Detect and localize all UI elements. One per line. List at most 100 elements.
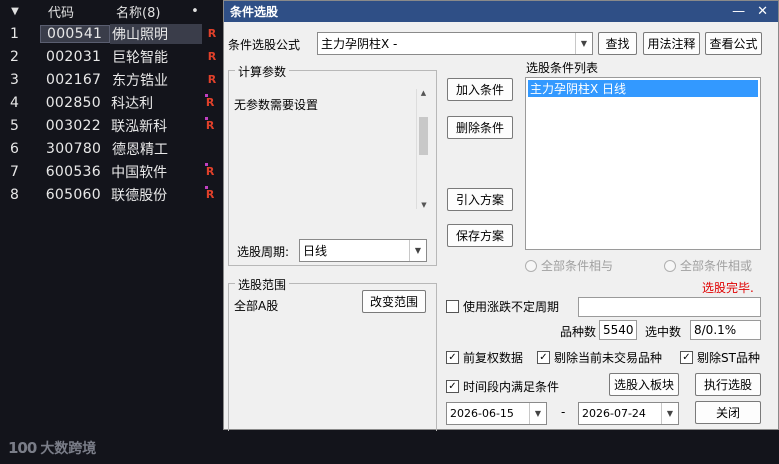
rights-flag: R <box>205 96 215 109</box>
scroll-down-icon[interactable]: ▼ <box>417 201 431 209</box>
to-block-button[interactable]: 选股入板块 <box>609 373 679 396</box>
radio-or-label: 全部条件相或 <box>680 259 753 273</box>
stock-code: 300780 <box>46 140 102 157</box>
usage-note-button[interactable]: 用法注释 <box>643 32 700 55</box>
var-period-input[interactable] <box>578 297 761 317</box>
range-group: 选股范围 全部A股 改变范围 <box>228 276 437 431</box>
date-from-picker[interactable]: 2026-06-15 ▼ <box>446 402 547 425</box>
rights-flag: R <box>205 165 215 178</box>
column-name[interactable]: 名称(8) <box>100 2 180 21</box>
formula-value: 主力孕阴柱X - <box>321 37 398 51</box>
params-scrollbar[interactable]: ▲ ▼ <box>416 89 430 209</box>
chevron-down-icon[interactable]: ▼ <box>575 33 592 54</box>
conditions-list[interactable]: 主力孕阴柱X 日线 <box>525 77 761 250</box>
stock-code: 002031 <box>46 48 102 65</box>
checkbox-box[interactable] <box>446 300 459 313</box>
close-icon[interactable]: ✕ <box>757 4 768 19</box>
period-select[interactable]: 日线 ▼ <box>299 239 427 262</box>
date-from-value: 2026-06-15 <box>450 407 514 420</box>
date-to-value: 2026-07-24 <box>582 407 646 420</box>
close-button[interactable]: 关闭 <box>695 401 761 424</box>
stock-name: 科达利 <box>111 95 154 112</box>
row-index: 1 <box>10 25 19 42</box>
check-icon[interactable]: ✓ <box>680 351 693 364</box>
mark-dot-icon <box>205 117 208 120</box>
range-value: 全部A股 <box>234 299 279 313</box>
scroll-thumb[interactable] <box>419 117 428 155</box>
chevron-down-icon[interactable]: ▼ <box>661 403 678 424</box>
stock-code: 003022 <box>45 117 101 134</box>
formula-select[interactable]: 主力孕阴柱X - ▼ <box>317 32 593 55</box>
count-label: 品种数 <box>560 325 597 339</box>
stock-name: 佛山照明 <box>110 23 202 44</box>
stock-row[interactable]: 3 002167 东方锆业 R <box>0 68 223 91</box>
save-plan-button[interactable]: 保存方案 <box>447 224 513 247</box>
check-icon[interactable]: ✓ <box>537 351 550 364</box>
exclude-untraded-checkbox[interactable]: ✓ 剔除当前未交易品种 <box>537 349 662 366</box>
exclude-st-checkbox[interactable]: ✓ 剔除ST品种 <box>680 349 760 366</box>
stock-code: 000541 <box>40 24 110 43</box>
prev-adjust-checkbox[interactable]: ✓ 前复权数据 <box>446 349 523 366</box>
radio-or-circle[interactable] <box>664 259 676 272</box>
prev-adjust-label: 前复权数据 <box>463 351 524 365</box>
find-button[interactable]: 查找 <box>598 32 637 55</box>
minimize-icon[interactable]: — <box>732 4 745 19</box>
column-dot[interactable]: • <box>180 4 210 19</box>
period-value: 日线 <box>303 244 328 258</box>
import-plan-button[interactable]: 引入方案 <box>447 188 513 211</box>
selected-field: 8/0.1% <box>690 320 761 340</box>
chevron-down-icon[interactable]: ▼ <box>529 403 546 424</box>
count-field: 5540 <box>599 320 637 340</box>
params-group-title: 计算参数 <box>235 63 290 80</box>
delete-condition-button[interactable]: 删除条件 <box>447 116 513 139</box>
stock-list-panel: ▼ 代码 名称(8) • 1 000541 佛山照明 R 2 002031 巨轮智能 R 3 00… <box>0 0 223 464</box>
params-text: 无参数需要设置 <box>234 98 319 112</box>
mark-dot-icon <box>205 163 208 166</box>
stock-row[interactable]: 4 002850 科达利 R <box>0 91 223 114</box>
stock-row[interactable]: 6 300780 德恩精工 <box>0 137 223 160</box>
watermark-logo: 100 大数跨境 <box>8 438 96 458</box>
scroll-up-icon[interactable]: ▲ <box>417 89 430 97</box>
mark-dot-icon <box>205 94 208 97</box>
view-formula-button[interactable]: 查看公式 <box>705 32 762 55</box>
stock-row[interactable]: 5 003022 联泓新科 R <box>0 114 223 137</box>
exclude-untraded-label: 剔除当前未交易品种 <box>554 351 663 365</box>
stock-row[interactable]: 2 002031 巨轮智能 R <box>0 45 223 68</box>
radio-and[interactable]: 全部条件相与 <box>525 257 613 274</box>
row-index: 4 <box>10 94 19 111</box>
stock-code: 002850 <box>45 94 101 111</box>
stock-row[interactable]: 8 605060 联德股份 R <box>0 183 223 206</box>
stock-row[interactable]: 7 600536 中国软件 R <box>0 160 223 183</box>
execute-button[interactable]: 执行选股 <box>695 373 761 396</box>
add-condition-button[interactable]: 加入条件 <box>447 78 513 101</box>
range-group-title: 选股范围 <box>235 276 290 293</box>
sort-arrow-icon[interactable]: ▼ <box>0 6 30 17</box>
radio-and-circle[interactable] <box>525 259 537 272</box>
column-code[interactable]: 代码 <box>30 2 100 21</box>
stock-name: 联泓新科 <box>111 118 168 135</box>
dialog-titlebar[interactable]: 条件选股 — ✕ <box>224 1 778 22</box>
check-icon[interactable]: ✓ <box>446 380 459 393</box>
stock-name: 德恩精工 <box>112 141 168 158</box>
row-index: 5 <box>10 117 19 134</box>
status-text: 选股完毕. <box>702 281 754 295</box>
rights-flag: R <box>205 188 215 201</box>
stock-code: 605060 <box>45 186 101 203</box>
interval-label: 时间段内满足条件 <box>463 380 560 394</box>
formula-label: 条件选股公式 <box>228 38 301 52</box>
radio-or[interactable]: 全部条件相或 <box>664 257 752 274</box>
use-var-period-checkbox[interactable]: 使用涨跌不定周期 <box>446 298 559 315</box>
date-to-picker[interactable]: 2026-07-24 ▼ <box>578 402 679 425</box>
condition-item[interactable]: 主力孕阴柱X 日线 <box>528 80 758 97</box>
interval-checkbox[interactable]: ✓ 时间段内满足条件 <box>446 378 559 395</box>
dialog-title: 条件选股 <box>230 5 279 19</box>
change-range-button[interactable]: 改变范围 <box>362 290 426 313</box>
stock-code: 002167 <box>46 71 102 88</box>
period-label: 选股周期: <box>237 245 290 259</box>
row-index: 7 <box>10 163 19 180</box>
stock-row[interactable]: 1 000541 佛山照明 R <box>0 22 223 45</box>
stock-rows: 1 000541 佛山照明 R 2 002031 巨轮智能 R 3 002167 东方锆业 R 4 002… <box>0 22 223 206</box>
check-icon[interactable]: ✓ <box>446 351 459 364</box>
condition-stock-dialog: 条件选股 — ✕ 条件选股公式 主力孕阴柱X - ▼ 查找 用法注释 查看公式 … <box>223 0 779 431</box>
chevron-down-icon[interactable]: ▼ <box>409 240 426 261</box>
